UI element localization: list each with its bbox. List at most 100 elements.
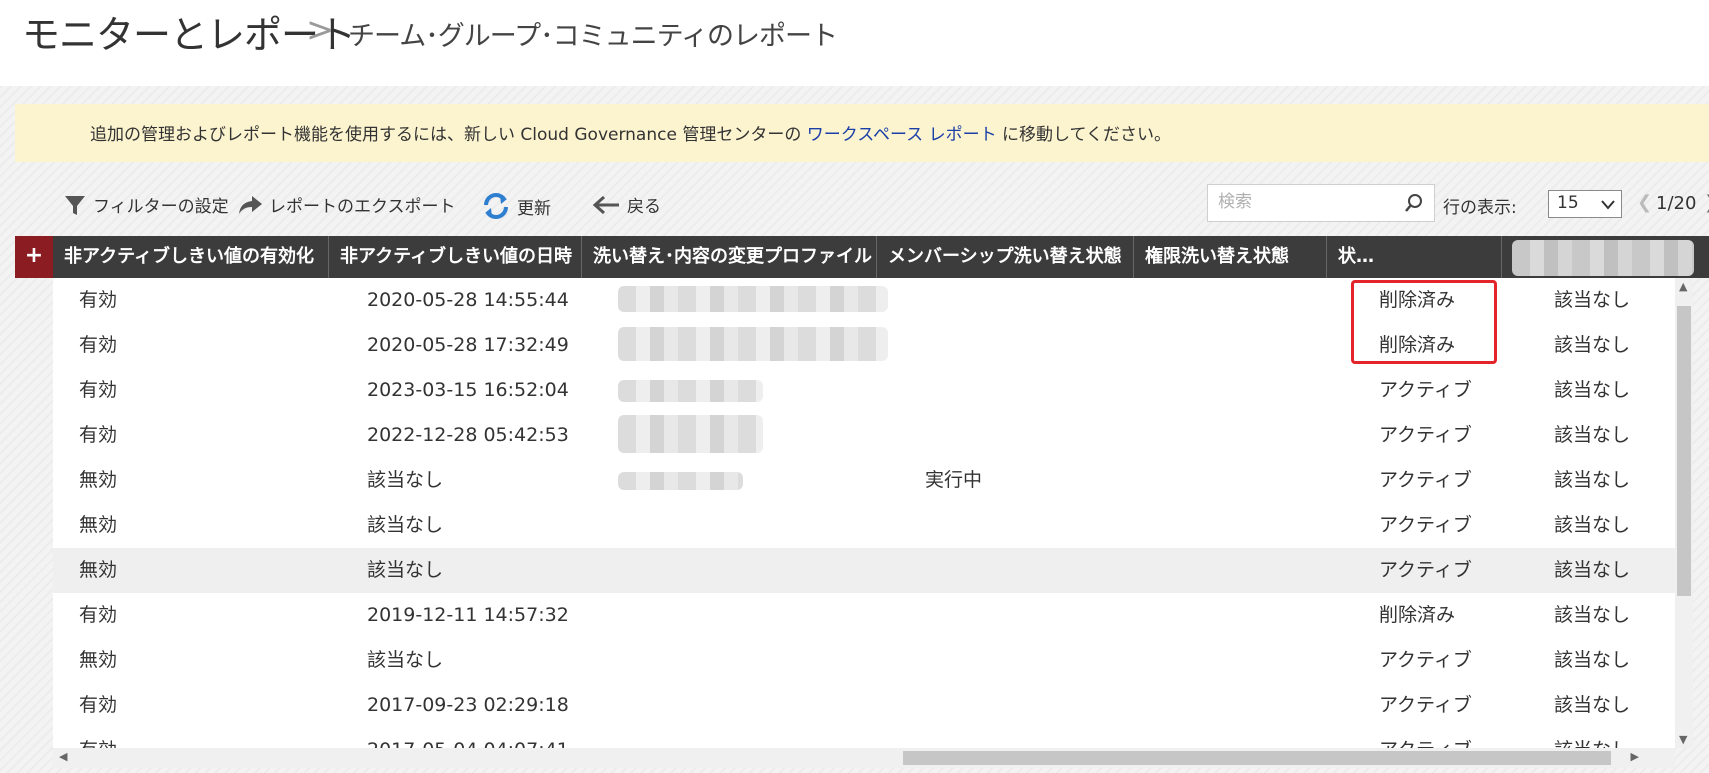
- cell-extra: 該当なし: [1554, 728, 1630, 748]
- cell-enabled: 有効: [79, 424, 118, 446]
- redacted-header: [1512, 240, 1694, 276]
- scroll-up-icon[interactable]: ▲: [1679, 280, 1687, 293]
- cell-extra: 該当なし: [1554, 379, 1631, 401]
- rows-per-page-select[interactable]: 15: [1548, 190, 1622, 218]
- cell-extra: 該当なし: [1554, 604, 1631, 626]
- table-row[interactable]: 有効 2023-03-15 16:52:04 アクティブ 該当なし: [53, 368, 1675, 413]
- redacted-profile: [618, 472, 743, 490]
- info-banner: 追加の管理およびレポート機能を使用するには、新しい Cloud Governan…: [15, 104, 1709, 162]
- cell-enabled: 無効: [79, 649, 118, 671]
- redacted-profile: [618, 286, 888, 312]
- vertical-scroll-thumb[interactable]: [1677, 306, 1691, 596]
- table-row[interactable]: 有効 2022-12-28 05:42:53 アクティブ 該当なし: [53, 413, 1675, 458]
- cell-datetime: 該当なし: [367, 469, 444, 491]
- cell-datetime: 2022-12-28 05:42:53: [367, 424, 569, 446]
- horizontal-scrollbar[interactable]: ◀ ▶: [53, 748, 1675, 768]
- cell-datetime: 2017-09-23 02:29:18: [367, 694, 569, 716]
- column-header[interactable]: 非アクティブしきい値の有効化: [53, 236, 328, 278]
- cell-status: アクティブ: [1379, 728, 1472, 748]
- table-row[interactable]: 有効 2019-12-11 14:57:32 削除済み 該当なし: [53, 593, 1675, 638]
- cell-status: アクティブ: [1379, 379, 1472, 401]
- cell-datetime: 2023-03-15 16:52:04: [367, 379, 569, 401]
- cell-extra: 該当なし: [1554, 334, 1631, 356]
- prev-page-icon[interactable]: ❮: [1637, 192, 1652, 213]
- scroll-down-icon[interactable]: ▼: [1679, 733, 1687, 746]
- cell-extra: 該当なし: [1554, 514, 1631, 536]
- cell-datetime: 該当なし: [367, 514, 444, 536]
- chevron-down-icon: [1601, 200, 1615, 210]
- cell-enabled: 有効: [79, 289, 118, 311]
- cell-datetime: 2019-12-11 14:57:32: [367, 604, 569, 626]
- cell-enabled: 有効: [79, 604, 118, 626]
- scroll-left-icon[interactable]: ◀: [59, 750, 67, 763]
- column-header[interactable]: メンバーシップ洗い替え状態: [876, 236, 1133, 278]
- filter-icon: [65, 195, 85, 215]
- back-label: 戻る: [627, 197, 661, 217]
- filter-button[interactable]: フィルターの設定: [63, 192, 229, 217]
- table-header: 非アクティブしきい値の有効化 非アクティブしきい値の日時 洗い替え･内容の変更プ…: [53, 236, 1709, 278]
- cell-enabled: 無効: [79, 559, 118, 581]
- toolbar: フィルターの設定 レポートのエクスポート 更新 戻る 行の表示: 15 ❮ 1/…: [15, 178, 1709, 232]
- table-row[interactable]: 無効 該当なし アクティブ 該当なし: [53, 503, 1675, 548]
- table-row-hovered[interactable]: 無効 該当なし アクティブ 該当なし: [53, 548, 1675, 593]
- column-header-redacted[interactable]: [1501, 236, 1709, 278]
- column-header[interactable]: 洗い替え･内容の変更プロファイル: [581, 236, 876, 278]
- back-arrow-icon: [592, 195, 619, 214]
- cell-extra: 該当なし: [1554, 289, 1631, 311]
- vertical-scrollbar[interactable]: ▲ ▼: [1675, 278, 1693, 748]
- refresh-button[interactable]: 更新: [481, 192, 551, 220]
- highlight-annotation: [1351, 280, 1497, 364]
- horizontal-scroll-thumb[interactable]: [903, 751, 1611, 765]
- cell-status: アクティブ: [1379, 559, 1472, 581]
- redacted-profile: [618, 415, 763, 453]
- export-label: レポートのエクスポート: [269, 197, 456, 217]
- page-indicator: 1/20: [1656, 193, 1697, 214]
- page-header: モニターとレポート > チーム･グループ･コミュニティのレポート: [0, 0, 1709, 86]
- refresh-label: 更新: [517, 198, 551, 219]
- banner-text-before: 追加の管理およびレポート機能を使用するには、新しい Cloud Governan…: [90, 125, 807, 145]
- next-page-icon[interactable]: ❯: [1704, 192, 1709, 213]
- filter-label: フィルターの設定: [93, 197, 229, 217]
- rows-label: 行の表示:: [1443, 198, 1517, 218]
- share-arrow-icon: [239, 195, 262, 214]
- breadcrumb-current: チーム･グループ･コミュニティのレポート: [348, 21, 838, 52]
- cell-extra: 該当なし: [1554, 649, 1631, 671]
- cell-datetime: 該当なし: [367, 649, 444, 671]
- cell-enabled: 有効: [79, 334, 118, 356]
- column-header[interactable]: 状…: [1326, 236, 1501, 278]
- scroll-right-icon[interactable]: ▶: [1631, 750, 1639, 763]
- column-header[interactable]: 非アクティブしきい値の日時: [328, 236, 581, 278]
- cell-datetime: 2020-05-28 14:55:44: [367, 289, 569, 311]
- cell-datetime: 2017-05-04 04:07:41: [367, 728, 569, 748]
- cell-status: アクティブ: [1379, 694, 1472, 716]
- redacted-profile: [618, 327, 888, 361]
- banner-text-after: に移動してください。: [996, 125, 1171, 145]
- table-row[interactable]: 有効 2017-09-23 02:29:18 アクティブ 該当なし: [53, 683, 1675, 728]
- search-icon[interactable]: [1404, 193, 1424, 213]
- cell-enabled: 有効: [79, 728, 117, 748]
- redacted-profile: [618, 380, 763, 402]
- table-row-partial[interactable]: 有効 2017-05-04 04:07:41 アクティブ 該当なし: [53, 728, 1675, 748]
- workspace-report-link[interactable]: ワークスペース レポート: [807, 125, 997, 145]
- rows-value: 15: [1557, 193, 1579, 213]
- cell-status: アクティブ: [1379, 424, 1472, 446]
- cell-extra: 該当なし: [1554, 469, 1631, 491]
- search-box: [1207, 184, 1435, 222]
- table-row[interactable]: 無効 該当なし 実行中 アクティブ 該当なし: [53, 458, 1675, 503]
- search-input[interactable]: [1218, 185, 1398, 219]
- cell-enabled: 有効: [79, 379, 118, 401]
- table-row[interactable]: 無効 該当なし アクティブ 該当なし: [53, 638, 1675, 683]
- export-button[interactable]: レポートのエクスポート: [237, 192, 456, 217]
- refresh-icon: [484, 193, 508, 219]
- cell-extra: 該当なし: [1554, 694, 1631, 716]
- cell-datetime: 該当なし: [367, 559, 444, 581]
- back-button[interactable]: 戻る: [591, 192, 661, 217]
- cell-extra: 該当なし: [1554, 424, 1631, 446]
- cell-status: アクティブ: [1379, 514, 1472, 536]
- cell-enabled: 無効: [79, 469, 118, 491]
- cell-extra: 該当なし: [1554, 559, 1631, 581]
- cell-status: 削除済み: [1379, 604, 1456, 626]
- add-column-button[interactable]: +: [15, 236, 53, 278]
- column-header[interactable]: 権限洗い替え状態: [1133, 236, 1326, 278]
- breadcrumb-separator: >: [306, 10, 335, 50]
